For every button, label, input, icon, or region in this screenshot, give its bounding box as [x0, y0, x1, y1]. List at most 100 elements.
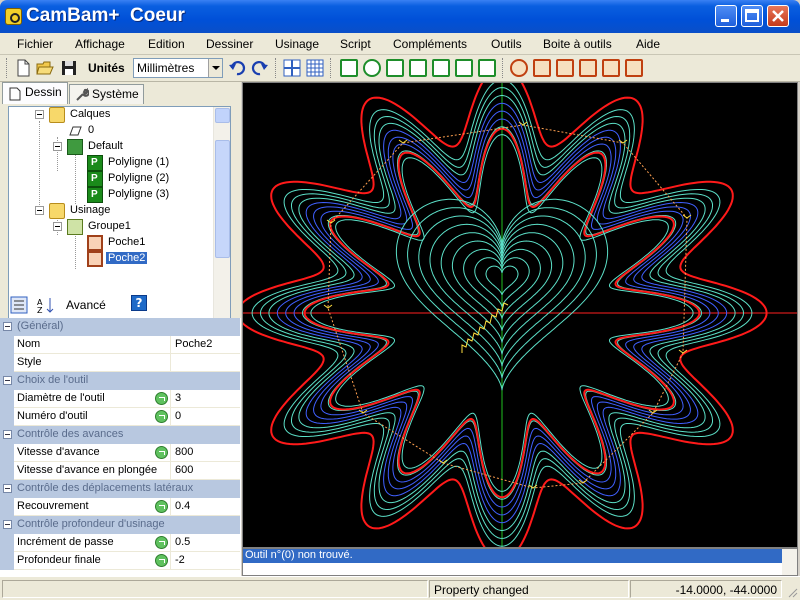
advanced-button[interactable]: Avancé	[66, 298, 106, 312]
outer-boundary	[243, 83, 768, 547]
collapse-icon[interactable]	[35, 206, 44, 215]
tree-node-calques[interactable]: Calques	[35, 107, 215, 123]
collapse-icon[interactable]	[3, 376, 12, 385]
menu-usinage[interactable]: Usinage	[275, 37, 319, 51]
menu-boite-a-outils[interactable]: Boite à outils	[543, 37, 612, 51]
style-value[interactable]	[172, 354, 240, 371]
3d-profile-icon[interactable]	[625, 59, 643, 77]
scroll-thumb[interactable]	[215, 140, 230, 258]
property-row[interactable]: Vitesse d'avance 800	[0, 444, 240, 462]
tree-node-poche1[interactable]: Poche1	[35, 235, 215, 251]
property-row[interactable]: Incrément de passe 0.5	[0, 534, 240, 552]
default-value-icon[interactable]	[155, 536, 168, 549]
points-icon[interactable]	[386, 59, 404, 77]
menu-affichage[interactable]: Affichage	[75, 37, 125, 51]
cad-view[interactable]	[243, 83, 798, 548]
category-depth[interactable]: Contrôle profondeur d'usinage	[0, 516, 240, 534]
pocket-icon[interactable]	[556, 59, 574, 77]
name-value[interactable]: Poche2	[172, 336, 240, 353]
toolbar-grip[interactable]	[6, 58, 8, 78]
chevron-down-icon[interactable]	[208, 59, 222, 77]
menu-fichier[interactable]: Fichier	[17, 37, 53, 51]
sort-alpha-icon[interactable]: AZ	[36, 296, 56, 314]
tree-node-layer-0[interactable]: 0	[35, 123, 215, 139]
stepover-value[interactable]: 0.4	[172, 498, 240, 515]
default-value-icon[interactable]	[155, 446, 168, 459]
units-dropdown[interactable]: Millimètres	[133, 58, 223, 78]
collapse-icon[interactable]	[35, 110, 44, 119]
property-row[interactable]: Numéro d'outil 0	[0, 408, 240, 426]
text-icon[interactable]	[432, 59, 450, 77]
title-bar: CamBam+ Coeur	[0, 0, 800, 33]
message-scrollbar[interactable]	[782, 549, 797, 575]
redo-icon[interactable]	[251, 59, 269, 77]
property-row[interactable]: Recouvrement 0.4	[0, 498, 240, 516]
menu-dessiner[interactable]: Dessiner	[206, 37, 253, 51]
region-icon[interactable]	[455, 59, 473, 77]
final-depth-value[interactable]: -2	[172, 552, 240, 569]
collapse-icon[interactable]	[53, 142, 62, 151]
rectangle-icon[interactable]	[409, 59, 427, 77]
menu-script[interactable]: Script	[340, 37, 371, 51]
category-feeds[interactable]: Contrôle des avances	[0, 426, 240, 444]
scroll-up-button[interactable]	[215, 108, 230, 123]
collapse-icon[interactable]	[53, 222, 62, 231]
message-line[interactable]: Outil n°(0) non trouvé.	[243, 549, 783, 563]
feed-rate-value[interactable]: 800	[172, 444, 240, 461]
property-row[interactable]: Style	[0, 354, 240, 372]
property-row[interactable]: Diamètre de l'outil 3	[0, 390, 240, 408]
category-general[interactable]: (Général)	[0, 318, 240, 336]
maximize-button[interactable]	[741, 5, 763, 27]
menu-edition[interactable]: Edition	[148, 37, 185, 51]
tree-node-default[interactable]: Default	[35, 139, 215, 155]
grid-icon[interactable]	[306, 59, 324, 77]
collapse-icon[interactable]	[3, 322, 12, 331]
tool-diameter-value[interactable]: 3	[172, 390, 240, 407]
menu-aide[interactable]: Aide	[636, 37, 660, 51]
collapse-icon[interactable]	[3, 484, 12, 493]
categorized-icon[interactable]	[10, 296, 28, 314]
default-value-icon[interactable]	[155, 500, 168, 513]
property-row[interactable]: Profondeur finale -2	[0, 552, 240, 570]
undo-icon[interactable]	[228, 59, 246, 77]
polyline-icon[interactable]	[340, 59, 358, 77]
tree-node-poche2[interactable]: Poche2	[35, 251, 215, 267]
close-button[interactable]	[767, 5, 789, 27]
tool-number-value[interactable]: 0	[172, 408, 240, 425]
tree-node-groupe1[interactable]: Groupe1	[35, 219, 215, 235]
resize-grip-icon[interactable]	[786, 586, 798, 598]
collapse-icon[interactable]	[3, 520, 12, 529]
circle-icon[interactable]	[363, 59, 381, 77]
tree-node-polyline-1[interactable]: Polyligne (1)	[35, 155, 215, 171]
menu-complements[interactable]: Compléments	[393, 37, 467, 51]
default-value-icon[interactable]	[155, 392, 168, 405]
app-icon[interactable]	[5, 8, 22, 25]
save-icon[interactable]	[60, 59, 78, 77]
tree-node-usinage[interactable]: Usinage	[35, 203, 215, 219]
new-file-icon[interactable]	[14, 59, 32, 77]
minimize-button[interactable]	[715, 5, 737, 27]
surface-icon[interactable]	[478, 59, 496, 77]
category-tool[interactable]: Choix de l'outil	[0, 372, 240, 390]
engrave-icon[interactable]	[579, 59, 597, 77]
default-value-icon[interactable]	[155, 410, 168, 423]
open-folder-icon[interactable]	[36, 59, 54, 77]
property-row[interactable]: Vitesse d'avance en plongée 600	[0, 462, 240, 480]
tree-node-polyline-3[interactable]: Polyligne (3)	[35, 187, 215, 203]
property-row[interactable]: Nom Poche2	[0, 336, 240, 354]
menu-outils[interactable]: Outils	[491, 37, 522, 51]
profile-icon[interactable]	[533, 59, 551, 77]
category-lateral[interactable]: Contrôle des déplacements latéraux	[0, 480, 240, 498]
default-value-icon[interactable]	[155, 554, 168, 567]
collapse-icon[interactable]	[3, 430, 12, 439]
depth-increment-value[interactable]: 0.5	[172, 534, 240, 551]
drawing-canvas[interactable]	[242, 82, 798, 548]
lathe-icon[interactable]	[602, 59, 620, 77]
tab-dessin[interactable]: Dessin	[2, 82, 68, 104]
tree-node-polyline-2[interactable]: Polyligne (2)	[35, 171, 215, 187]
plunge-feed-value[interactable]: 600	[172, 462, 240, 479]
snap-grid-icon[interactable]	[283, 59, 301, 77]
tab-systeme[interactable]: Système	[69, 84, 144, 104]
help-icon[interactable]: ?	[131, 295, 147, 311]
drill-icon[interactable]	[510, 59, 528, 77]
